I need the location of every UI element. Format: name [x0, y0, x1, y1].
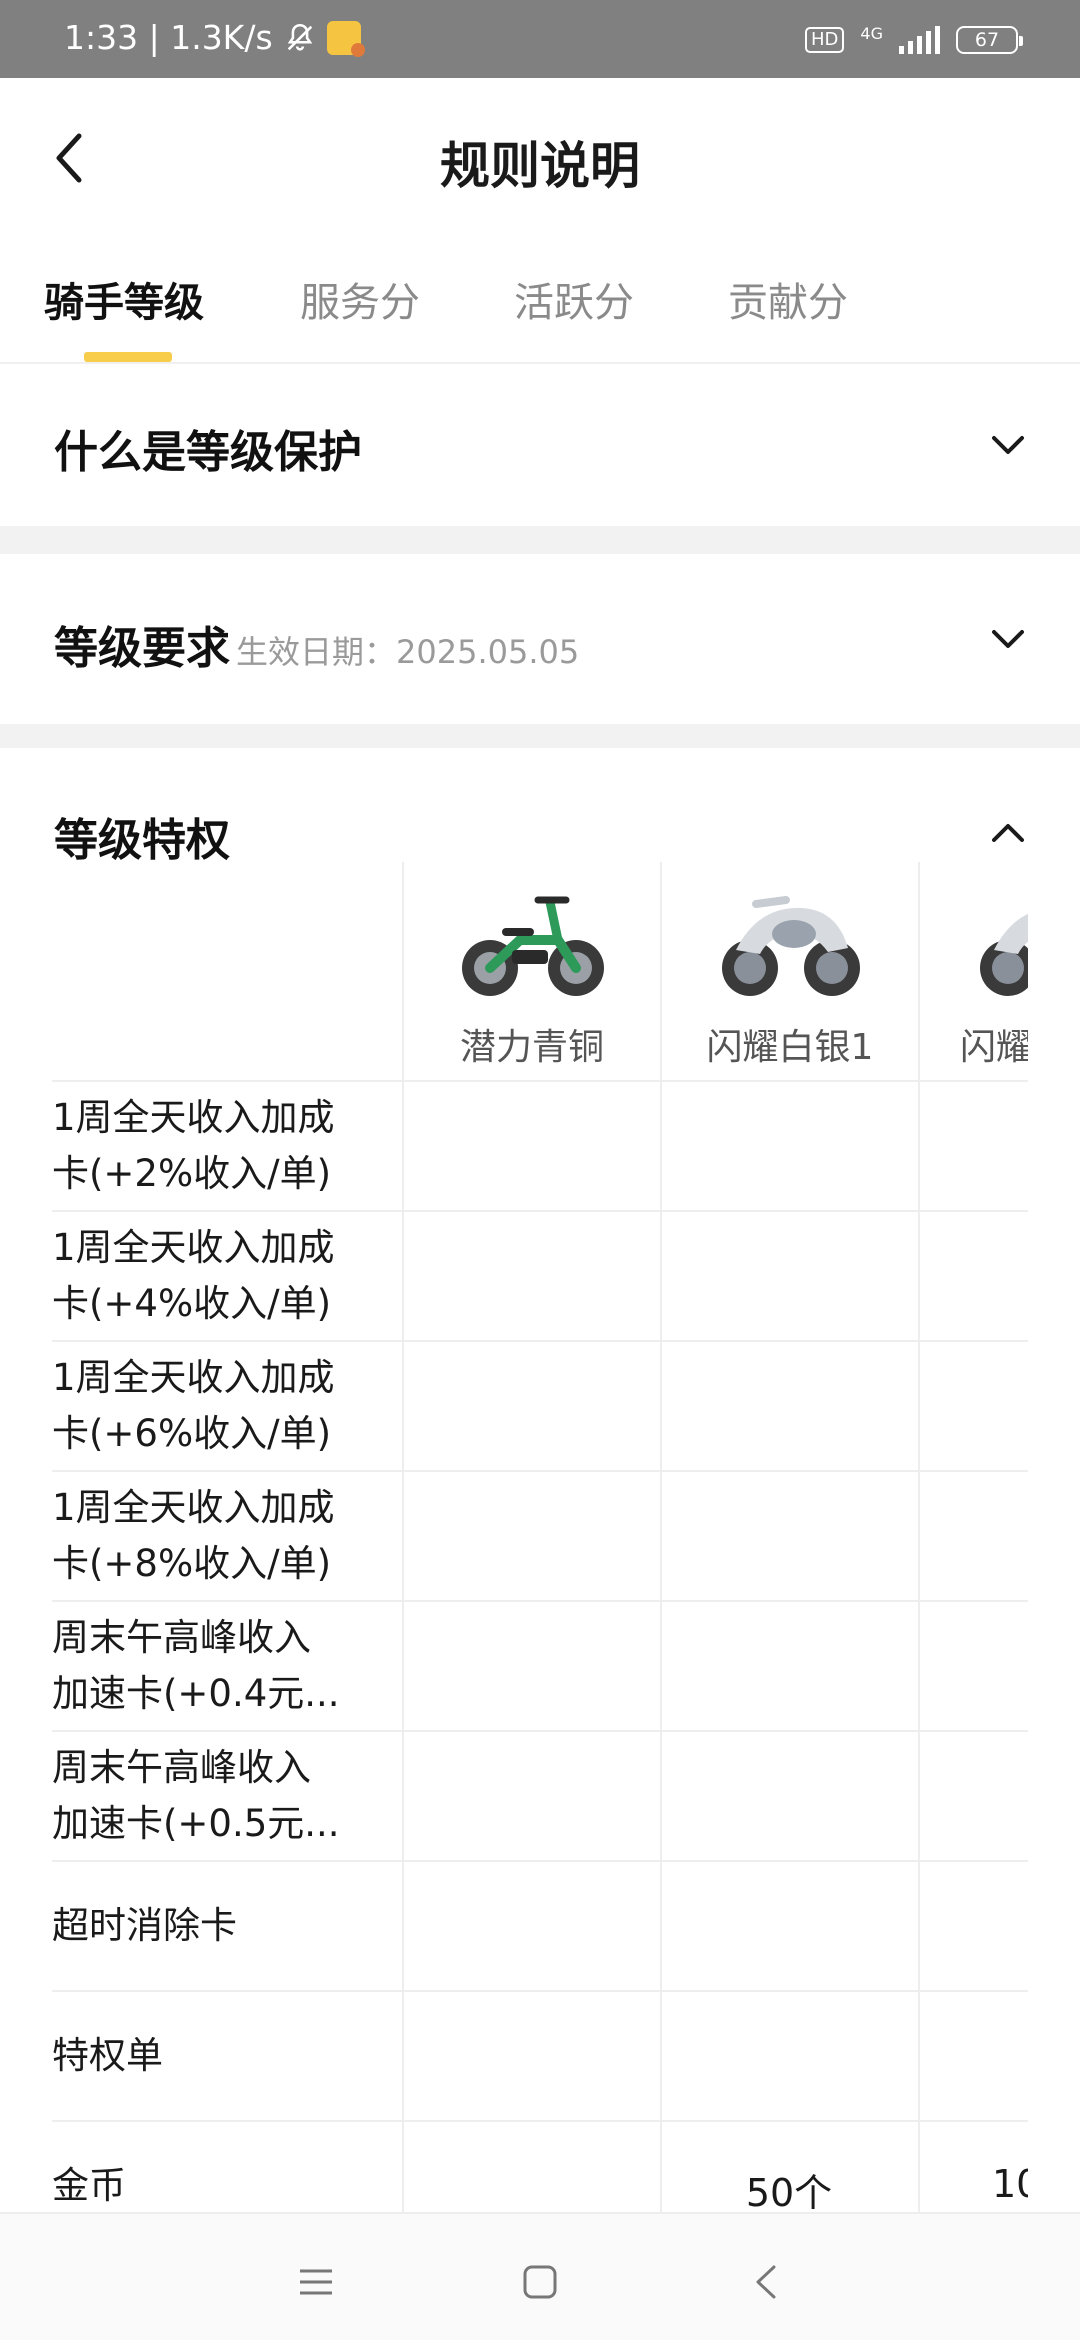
chevron-down-icon: [992, 436, 1024, 454]
hd-badge: HD: [805, 27, 845, 53]
table-row-label: 超时消除卡: [52, 1898, 392, 1954]
table-row-label: 特权单: [52, 2028, 392, 2084]
level-column-silver1: 闪耀白银1: [660, 862, 918, 2212]
chevron-up-icon[interactable]: [988, 818, 1028, 848]
time-speed: 1:33 | 1.3K/s: [64, 18, 273, 57]
table-row-label: 金币: [52, 2158, 392, 2212]
level-name: 闪耀白银1: [706, 1027, 874, 1068]
row-divider: [52, 1990, 1028, 1992]
row-label-line: 金币: [52, 2164, 126, 2207]
effective-date: 生效日期：2025.05.05: [236, 633, 580, 671]
row-label-line: 卡(+8%收入/单): [52, 1542, 332, 1585]
battery-icon: 67: [956, 26, 1023, 54]
row-label-line: 周末午高峰收入: [52, 1746, 311, 1789]
back-triangle-icon: [756, 2265, 776, 2299]
app-header: 规则说明: [0, 78, 1080, 238]
tab-active-indicator: [84, 352, 172, 362]
status-right: HD 4G 67: [805, 24, 1023, 54]
system-navbar: [0, 2212, 1080, 2340]
menu-button[interactable]: [286, 2252, 346, 2312]
row-label-line: 1周全天收入加成: [52, 1096, 335, 1139]
section-title: 等级要求 生效日期：2025.05.05: [54, 612, 579, 676]
home-square-icon: [523, 2265, 557, 2299]
menu-icon: [300, 2269, 332, 2295]
table-row-label: 1周全天收入加成 卡(+8%收入/单): [52, 1480, 392, 1592]
section-title-text: 等级要求: [54, 623, 230, 674]
table-cell: 10: [992, 2162, 1028, 2206]
table-row-label: 1周全天收入加成 卡(+2%收入/单): [52, 1090, 392, 1202]
level-name: 潜力青铜: [459, 1027, 604, 1068]
row-label-line: 周末午高峰收入: [52, 1616, 311, 1659]
motorcycle-icon: [722, 896, 860, 996]
table-row-label: 周末午高峰收入 加速卡(+0.5元...: [52, 1740, 392, 1852]
section-title: 什么是等级保护: [54, 427, 362, 478]
page-title: 规则说明: [440, 137, 640, 195]
row-divider: [52, 1470, 1028, 1472]
row-label-line: 卡(+2%收入/单): [52, 1152, 332, 1195]
status-left: 1:33 | 1.3K/s: [64, 18, 365, 57]
bike-icon: [462, 896, 604, 996]
table-row-label: 1周全天收入加成 卡(+6%收入/单): [52, 1350, 392, 1462]
row-label-line: 特权单: [52, 2034, 163, 2077]
chevron-down-icon: [992, 630, 1024, 648]
level-header: 潜力青铜: [404, 862, 660, 1082]
row-label-line: 1周全天收入加成: [52, 1356, 335, 1399]
home-button[interactable]: [510, 2252, 570, 2312]
row-label-line: 卡(+4%收入/单): [52, 1282, 332, 1325]
tab-rider-level[interactable]: 骑手等级: [44, 270, 204, 328]
table-row-label: 1周全天收入加成 卡(+4%收入/单): [52, 1220, 392, 1332]
section-level-protection[interactable]: 什么是等级保护: [0, 364, 1080, 526]
level-header: 闪耀: [920, 862, 1028, 1082]
row-label-line: 1周全天收入加成: [52, 1486, 335, 1529]
tab-service-score[interactable]: 服务分: [300, 270, 420, 328]
row-divider: [52, 1860, 1028, 1862]
row-divider: [52, 1600, 1028, 1602]
row-divider: [52, 1210, 1028, 1212]
motorcycle-icon: [980, 913, 1028, 996]
section-level-requirements[interactable]: 等级要求 生效日期：2025.05.05: [0, 554, 1080, 724]
status-bar: 1:33 | 1.3K/s HD 4G 67: [0, 0, 1080, 78]
row-label-line: 卡(+6%收入/单): [52, 1412, 332, 1455]
network-type: 4G: [860, 24, 883, 43]
level-column-bronze: 潜力青铜: [402, 862, 660, 2212]
row-label-line: 加速卡(+0.5元...: [52, 1802, 340, 1845]
row-label-line: 1周全天收入加成: [52, 1226, 335, 1269]
table-cell: 50个: [745, 2171, 833, 2212]
level-name: 闪耀: [960, 1027, 1028, 1068]
signal-icon: [899, 26, 940, 54]
section-title: 等级特权: [54, 815, 230, 866]
section-divider: [0, 526, 1080, 554]
table-row-label: 周末午高峰收入 加速卡(+0.4元...: [52, 1610, 392, 1722]
row-divider: [52, 2120, 1028, 2122]
row-divider: [52, 1340, 1028, 1342]
row-label-line: 超时消除卡: [52, 1904, 237, 1947]
tab-contribution-score[interactable]: 贡献分: [728, 270, 848, 328]
app-notification-icon: [326, 20, 365, 57]
row-divider: [52, 1730, 1028, 1732]
mute-bell-icon: [287, 23, 312, 51]
row-label-line: 加速卡(+0.4元...: [52, 1672, 340, 1715]
level-header: 闪耀白银1: [662, 862, 918, 1082]
nav-back-button[interactable]: [736, 2252, 796, 2312]
tab-bar: 骑手等级 服务分 活跃分 贡献分: [0, 238, 1080, 364]
row-divider: [52, 1080, 1028, 1082]
level-column-silver2: 闪耀: [918, 862, 1028, 2212]
tab-activity-score[interactable]: 活跃分: [514, 270, 634, 328]
section-divider: [0, 724, 1080, 748]
privilege-table[interactable]: 潜力青铜 闪耀白银1 闪耀 1周全天收入加成 卡(+2%收入/单) 1周全天收入…: [52, 862, 1028, 2212]
battery-level: 67: [974, 29, 1000, 51]
